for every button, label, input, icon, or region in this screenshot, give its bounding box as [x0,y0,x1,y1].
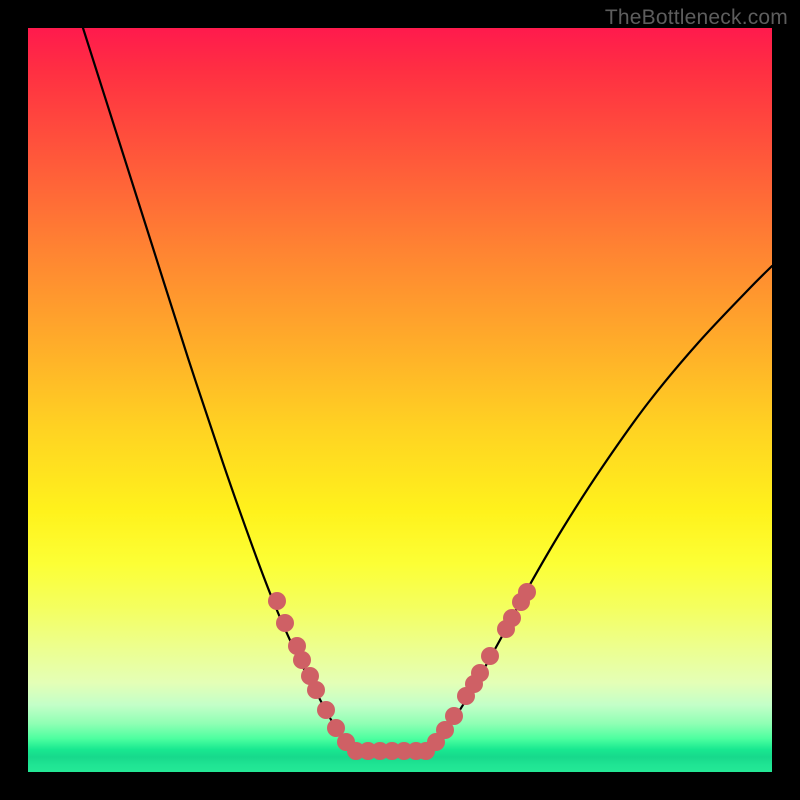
data-dot [317,701,335,719]
data-dot [276,614,294,632]
data-dot [471,664,489,682]
data-dot [481,647,499,665]
data-dot [518,583,536,601]
data-dot [307,681,325,699]
data-dot [503,609,521,627]
scatter-dots [268,583,536,760]
left-curve [83,28,353,751]
data-dot [445,707,463,725]
chart-frame [28,28,772,772]
watermark-text: TheBottleneck.com [605,6,788,30]
chart-svg [28,28,772,772]
data-dot [293,651,311,669]
data-dot [268,592,286,610]
